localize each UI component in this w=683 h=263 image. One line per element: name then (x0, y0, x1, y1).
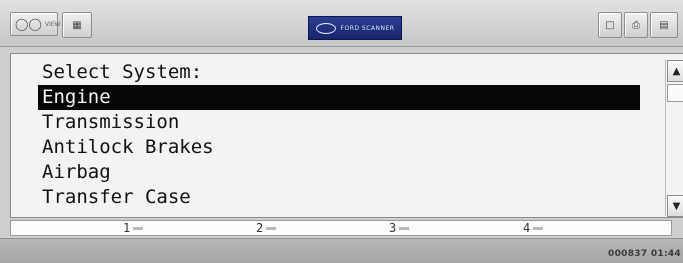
softkey-3-label: 3 (389, 221, 397, 235)
view-button-label: VIEW (44, 20, 61, 28)
menu-item-transfer-case[interactable]: Transfer Case (40, 185, 640, 210)
document-icon: ▤ (659, 19, 669, 31)
print-icon: ⎙ (632, 19, 640, 31)
scroll-down-button[interactable]: ▼ (667, 195, 683, 217)
logo-text: FORD SCANNER (340, 24, 395, 32)
menu-item-antilock-brakes[interactable]: Antilock Brakes (40, 135, 640, 160)
print-button[interactable]: ⎙ (624, 12, 648, 38)
arrow-up-icon: ▲ (672, 65, 681, 77)
softkey-2-label: 2 (256, 221, 264, 235)
menu-item-transmission[interactable]: Transmission (40, 110, 640, 135)
grid-button[interactable]: ▦ (62, 12, 92, 38)
softkey-1-marker (133, 227, 144, 230)
view-button[interactable]: ◯◯ VIEW (10, 12, 61, 36)
grid-icon: ▦ (72, 19, 82, 31)
status-time: 000837 01:44 (608, 249, 681, 259)
document-button[interactable]: ▤ (650, 12, 678, 38)
status-bar: 000837 01:44 (0, 238, 683, 263)
softkey-2[interactable]: 2 (256, 221, 277, 235)
menu-prompt: Select System: (42, 61, 203, 83)
view-icon: ◯◯ (15, 17, 42, 31)
brand-logo: FORD SCANNER (308, 16, 402, 40)
softkey-1-label: 1 (123, 221, 131, 235)
system-select-screen: Select System: Engine Transmission Antil… (10, 53, 683, 218)
softkey-3-marker (399, 227, 410, 230)
menu-item-engine[interactable]: Engine (38, 85, 640, 110)
menu-item-airbag[interactable]: Airbag (40, 160, 640, 185)
softkey-2-marker (266, 227, 277, 230)
softkey-1[interactable]: 1 (123, 221, 144, 235)
top-toolbar: ◯◯ VIEW ▦ FORD SCANNER □ ⎙ ▤ (0, 0, 683, 47)
softkey-4-label: 4 (523, 221, 531, 235)
logo-oval-icon (315, 22, 336, 34)
menu-scrollbar[interactable]: ▲ ▼ (665, 59, 683, 217)
scan-tool-device: ◯◯ VIEW ▦ FORD SCANNER □ ⎙ ▤ Select Syst… (0, 0, 683, 263)
system-menu: Select System: Engine Transmission Antil… (38, 60, 640, 210)
softkey-4-marker (533, 227, 544, 230)
softkey-4[interactable]: 4 (523, 221, 544, 235)
scroll-thumb[interactable] (667, 84, 683, 102)
arrow-down-icon: ▼ (672, 200, 681, 212)
window-button[interactable]: □ (598, 12, 622, 38)
scroll-up-button[interactable]: ▲ (667, 60, 683, 82)
softkey-3[interactable]: 3 (389, 221, 410, 235)
window-icon: □ (605, 19, 615, 31)
softkey-bar: 1 2 3 4 (10, 220, 672, 236)
